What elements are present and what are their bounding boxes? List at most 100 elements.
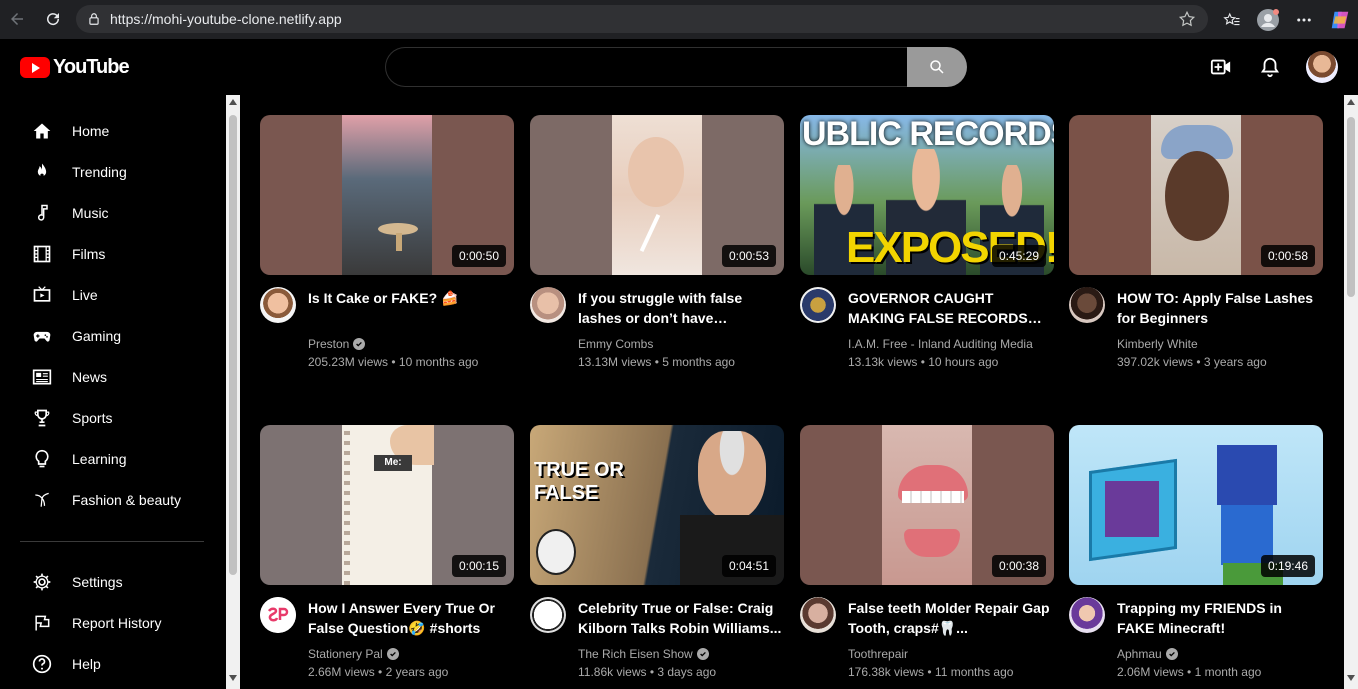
user-avatar[interactable] xyxy=(1306,51,1338,83)
thumbnail-overlay-art: UBLIC RECORDS LIE xyxy=(802,115,1054,153)
channel-name[interactable]: Kimberly White xyxy=(1117,337,1198,351)
browser-toolbar: https://mohi-youtube-clone.netlify.app xyxy=(0,0,1358,39)
browser-actions xyxy=(1214,0,1358,39)
page-scroll-thumb[interactable] xyxy=(1347,117,1355,297)
channel-name[interactable]: The Rich Eisen Show xyxy=(578,647,709,661)
profile-button[interactable] xyxy=(1250,2,1286,38)
video-duration: 0:04:51 xyxy=(721,555,776,577)
search-button[interactable] xyxy=(907,47,967,87)
sidebar-item-label: Home xyxy=(72,122,110,139)
video-thumbnail[interactable]: 0:00:38 xyxy=(800,425,1054,585)
sidebar-item-settings[interactable]: Settings xyxy=(0,561,226,602)
sidebar-item-label: Live xyxy=(72,286,98,303)
sidebar-item-report-history[interactable]: Report History xyxy=(0,602,226,643)
video-duration: 0:00:15 xyxy=(451,555,506,577)
back-button[interactable] xyxy=(2,4,32,34)
video-meta: 397.02k views • 3 years ago xyxy=(1117,355,1267,369)
video-meta: 13.13k views • 10 hours ago xyxy=(848,355,999,369)
channel-avatar[interactable] xyxy=(1069,287,1105,323)
video-title[interactable]: Trapping my FRIENDS in FAKE Minecraft! xyxy=(1117,598,1323,638)
video-thumbnail[interactable]: 0:00:50 xyxy=(260,115,514,275)
sidebar-item-learning[interactable]: Learning xyxy=(0,438,226,479)
sidebar-item-films[interactable]: Films xyxy=(0,233,226,274)
scroll-down-arrow-icon[interactable] xyxy=(1347,675,1355,681)
bookmark-star-icon[interactable] xyxy=(1178,10,1196,33)
channel-name[interactable]: I.A.M. Free - Inland Auditing Media xyxy=(848,337,1033,351)
channel-name-text: Aphmau xyxy=(1117,647,1162,661)
video-title[interactable]: HOW TO: Apply False Lashes for Beginners xyxy=(1117,288,1323,328)
search-input[interactable] xyxy=(385,47,907,87)
video-title[interactable]: Celebrity True or False: Craig Kilborn T… xyxy=(578,598,784,638)
channel-avatar[interactable] xyxy=(800,597,836,633)
verified-check-icon xyxy=(353,338,366,350)
copilot-button[interactable] xyxy=(1322,2,1358,38)
channel-name[interactable]: Aphmau xyxy=(1117,647,1178,661)
sidebar-item-fashion-beauty[interactable]: Fashion & beauty xyxy=(0,479,226,520)
view-count: 397.02k views xyxy=(1117,355,1194,369)
youtube-logo[interactable]: YouTube xyxy=(20,56,130,79)
view-count: 2.06M views xyxy=(1117,665,1184,679)
sidebar-item-music[interactable]: Music xyxy=(0,192,226,233)
sidebar-item-label: Fashion & beauty xyxy=(72,491,181,508)
channel-name[interactable]: Toothrepair xyxy=(848,647,908,661)
channel-name[interactable]: Emmy Combs xyxy=(578,337,653,351)
video-title[interactable]: GOVERNOR CAUGHT MAKING FALSE RECORDS JUS… xyxy=(848,288,1054,328)
sidebar-item-label: Sports xyxy=(72,409,113,426)
sidebar-item-gaming[interactable]: Gaming xyxy=(0,315,226,356)
reload-icon xyxy=(47,13,60,26)
copilot-icon xyxy=(1331,11,1349,28)
sidebar-item-help[interactable]: Help xyxy=(0,643,226,684)
video-thumbnail[interactable]: 0:19:46 xyxy=(1069,425,1323,585)
video-duration: 0:19:46 xyxy=(1260,555,1315,577)
video-title[interactable]: How I Answer Every True Or False Questio… xyxy=(308,598,514,638)
channel-avatar[interactable] xyxy=(260,287,296,323)
channel-avatar[interactable] xyxy=(800,287,836,323)
sidebar-scroll-thumb[interactable] xyxy=(229,115,237,575)
video-duration: 0:45:29 xyxy=(991,245,1046,267)
upload-age: 1 month ago xyxy=(1194,665,1262,679)
more-menu-button[interactable] xyxy=(1286,2,1322,38)
sidebar-item-label: Gaming xyxy=(72,327,122,344)
notifications-button[interactable] xyxy=(1258,55,1282,79)
channel-avatar[interactable] xyxy=(1069,597,1105,633)
video-thumbnail[interactable]: 0:00:58 xyxy=(1069,115,1323,275)
sidebar-item-trending[interactable]: Trending xyxy=(0,151,226,192)
channel-avatar[interactable] xyxy=(530,287,566,323)
video-duration: 0:00:53 xyxy=(721,245,776,267)
channel-avatar[interactable] xyxy=(260,597,296,633)
page-scrollbar[interactable] xyxy=(1344,95,1358,689)
address-bar[interactable]: https://mohi-youtube-clone.netlify.app xyxy=(76,5,1208,33)
video-title[interactable]: Is It Cake or FAKE? 🍰 xyxy=(308,288,514,308)
sidebar-item-home[interactable]: Home xyxy=(0,110,226,151)
video-thumbnail[interactable]: UBLIC RECORDS LIE EXPOSED! 0:45:29 xyxy=(800,115,1054,275)
video-thumbnail[interactable]: TRUE OR FALSE 0:04:51 xyxy=(530,425,784,585)
sidebar-item-live[interactable]: Live xyxy=(0,274,226,315)
video-duration: 0:00:38 xyxy=(991,555,1046,577)
channel-avatar[interactable] xyxy=(530,597,566,633)
arrow-left-icon xyxy=(11,13,23,25)
flame-icon xyxy=(30,160,54,184)
video-meta: 13.13M views • 5 months ago xyxy=(578,355,735,369)
sidebar-item-label: Films xyxy=(72,245,106,262)
video-title[interactable]: False teeth Molder Repair Gap Tooth, cra… xyxy=(848,598,1054,638)
channel-name[interactable]: Preston xyxy=(308,337,366,351)
channel-name[interactable]: Stationery Pal xyxy=(308,647,399,661)
video-thumbnail[interactable]: 0:00:53 xyxy=(530,115,784,275)
scroll-up-arrow-icon[interactable] xyxy=(1347,99,1355,105)
video-thumbnail[interactable]: Me: 0:00:15 xyxy=(260,425,514,585)
video-title[interactable]: If you struggle with false lashes or don… xyxy=(578,288,784,328)
reload-button[interactable] xyxy=(38,4,68,34)
video-add-icon xyxy=(1210,59,1231,75)
bell-icon xyxy=(1260,57,1280,78)
channel-name-text: I.A.M. Free - Inland Auditing Media xyxy=(848,337,1033,351)
sidebar-scrollbar[interactable] xyxy=(226,95,240,689)
sidebar-item-sports[interactable]: Sports xyxy=(0,397,226,438)
scroll-up-arrow-icon[interactable] xyxy=(229,99,237,105)
site-info-icon[interactable] xyxy=(86,11,102,27)
channel-name-text: Stationery Pal xyxy=(308,647,383,661)
scroll-down-arrow-icon[interactable] xyxy=(229,675,237,681)
favorites-button[interactable] xyxy=(1214,2,1250,38)
sidebar-item-news[interactable]: News xyxy=(0,356,226,397)
video-duration: 0:00:50 xyxy=(451,245,506,267)
create-video-button[interactable] xyxy=(1209,55,1233,79)
